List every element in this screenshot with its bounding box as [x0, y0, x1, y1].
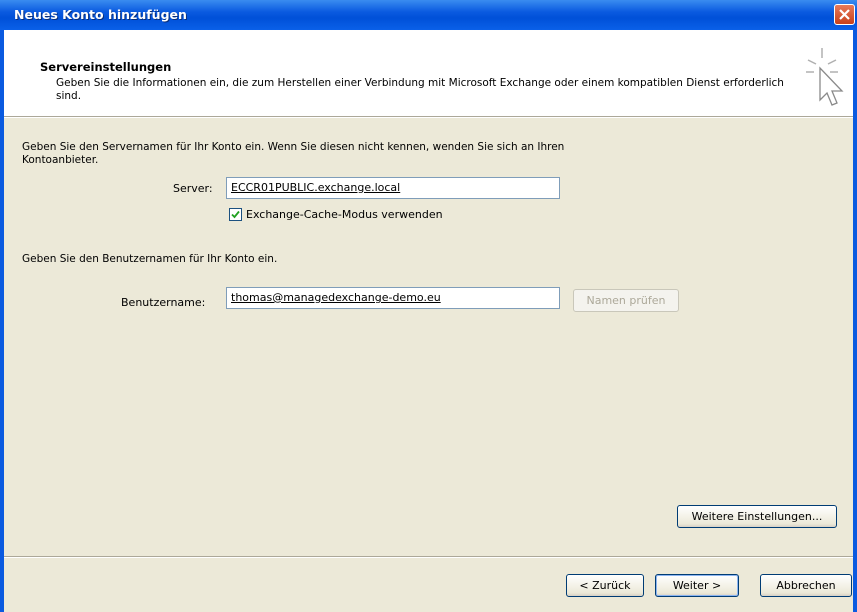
server-input-value: ECCR01PUBLIC.exchange.local	[231, 181, 401, 194]
more-settings-button[interactable]: Weitere Einstellungen...	[677, 505, 837, 528]
footer-divider	[4, 556, 853, 558]
cache-mode-checkbox[interactable]	[229, 208, 242, 221]
window-title: Neues Konto hinzufügen	[14, 7, 187, 22]
user-intro-text: Geben Sie den Benutzernamen für Ihr Kont…	[22, 253, 278, 265]
server-intro-text: Geben Sie den Servernamen für Ihr Konto …	[22, 141, 565, 166]
username-input-value: thomas@managedexchange-demo.eu	[231, 291, 441, 304]
header-divider	[4, 116, 853, 118]
check-names-button[interactable]: Namen prüfen	[573, 289, 679, 312]
cancel-button[interactable]: Abbrechen	[760, 574, 852, 597]
page-title: Servereinstellungen	[40, 60, 172, 74]
close-icon	[839, 9, 850, 20]
server-input[interactable]: ECCR01PUBLIC.exchange.local	[226, 177, 560, 199]
add-account-dialog: Neues Konto hinzufügen Servereinstellung…	[0, 0, 857, 612]
checkmark-icon	[231, 210, 240, 219]
next-button[interactable]: Weiter >	[655, 574, 739, 597]
window-frame-right	[853, 30, 857, 612]
back-button[interactable]: < Zurück	[566, 574, 644, 597]
wizard-cursor-icon	[802, 44, 846, 111]
title-bar[interactable]: Neues Konto hinzufügen	[0, 0, 857, 30]
cache-mode-label[interactable]: Exchange-Cache-Modus verwenden	[246, 208, 443, 221]
username-input[interactable]: thomas@managedexchange-demo.eu	[226, 287, 560, 309]
username-label: Benutzername:	[121, 296, 206, 309]
close-button[interactable]	[834, 4, 855, 25]
page-description: Geben Sie die Informationen ein, die zum…	[56, 77, 784, 102]
server-label: Server:	[173, 182, 213, 195]
